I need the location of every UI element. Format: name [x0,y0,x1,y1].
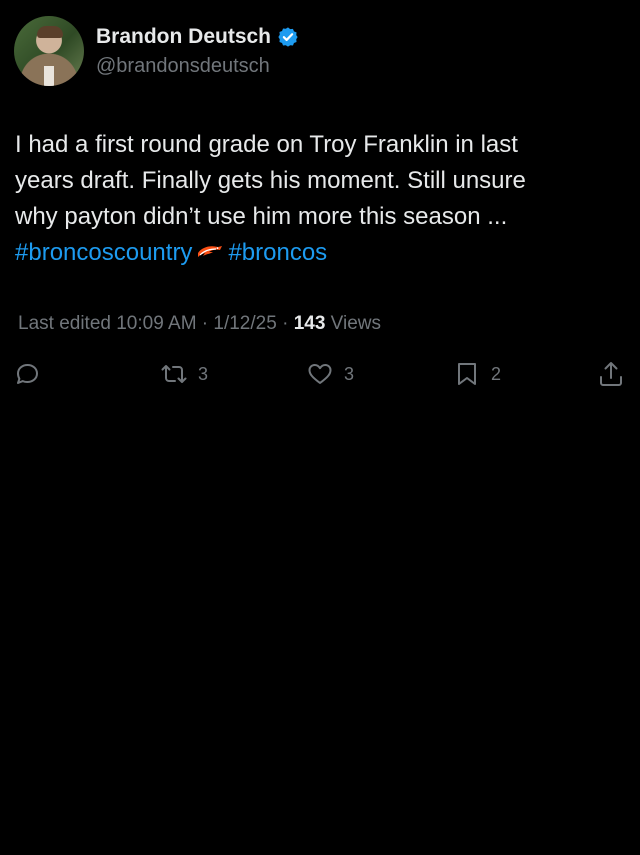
tweet-text-line: years draft. Finally gets his moment. St… [15,167,526,194]
tweet-text-line: I had a first round grade on Troy Frankl… [15,131,518,158]
like-count: 3 [344,363,355,384]
share-button[interactable] [597,360,625,388]
heart-icon [308,364,332,384]
broncos-horse-icon [198,245,223,257]
repost-count: 3 [198,363,209,384]
repost-button[interactable]: 3 [160,360,208,388]
author-names: Brandon Deutsch @brandonsdeutsch [96,24,299,80]
bookmark-count: 2 [491,363,502,384]
tweet-header: Brandon Deutsch @brandonsdeutsch [14,16,299,86]
edited-timestamp[interactable]: Last edited 10:09 AM · 1/12/25 · [18,313,288,334]
views-label: Views [330,313,382,334]
bookmark-icon [458,363,476,385]
bookmark-button[interactable]: 2 [453,360,501,388]
views-count[interactable]: 143 [294,313,326,334]
avatar-hair [37,26,63,38]
avatar[interactable] [14,16,84,86]
tweet-text: I had a first round grade on Troy Frankl… [15,127,615,271]
hashtag-line: #broncoscountry #broncos [15,235,615,271]
avatar-shirt [44,66,54,86]
reply-icon [17,364,38,384]
hashtag-link-broncos[interactable]: #broncos [228,239,327,266]
author-handle[interactable]: @brandonsdeutsch [96,52,299,80]
tweet-meta: Last edited 10:09 AM · 1/12/25 · 143 Vie… [18,311,381,337]
display-name[interactable]: Brandon Deutsch [96,24,271,50]
verified-badge-icon [278,27,298,47]
share-icon [600,362,622,386]
tweet-text-line: why payton didn’t use him more this seas… [15,203,508,230]
repost-icon [161,365,187,383]
action-bar: 3 3 2 [0,360,640,392]
name-row: Brandon Deutsch [96,24,299,50]
hashtag-link-broncoscountry[interactable]: #broncoscountry [15,239,192,266]
reply-button[interactable] [13,360,41,388]
like-button[interactable]: 3 [306,360,354,388]
